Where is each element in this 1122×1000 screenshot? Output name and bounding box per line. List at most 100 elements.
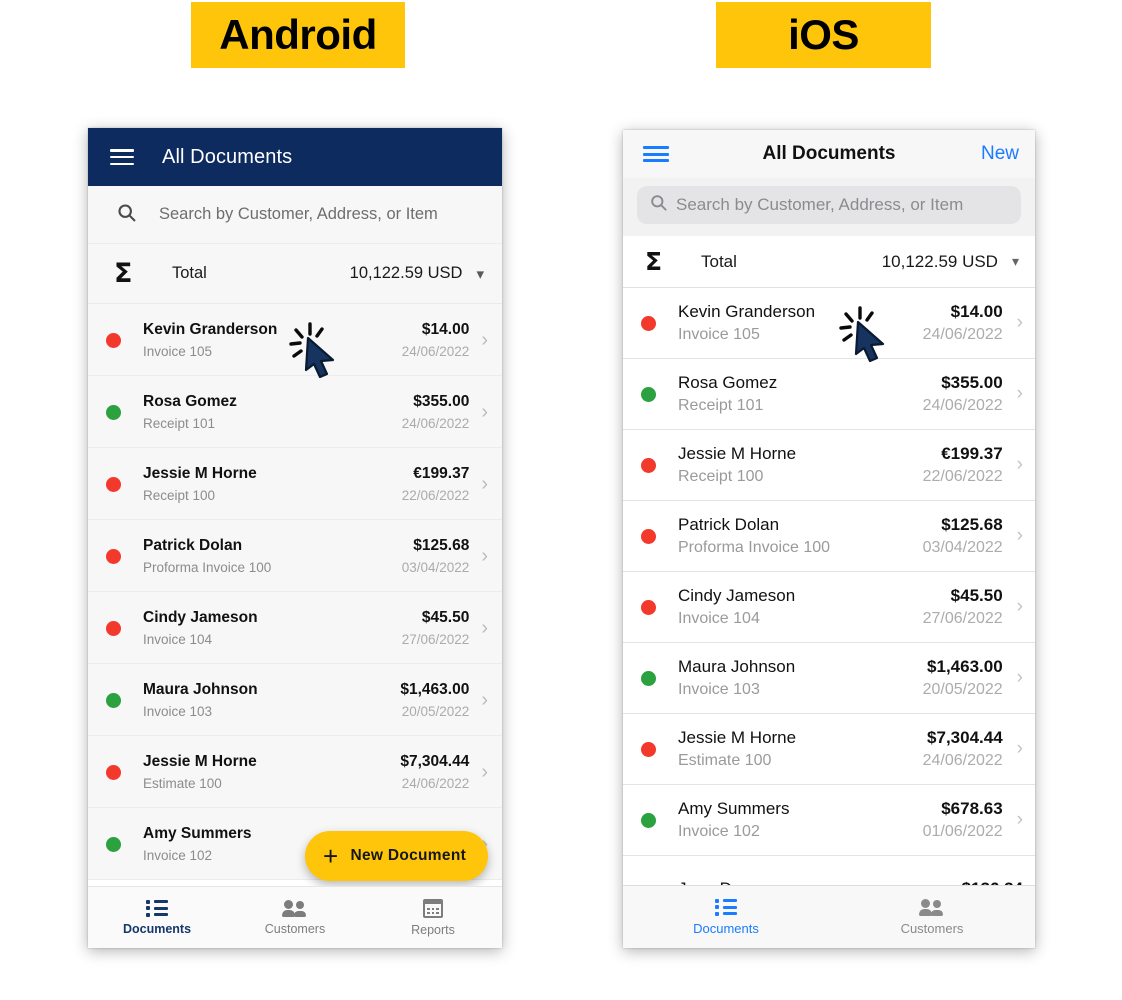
chevron-right-icon[interactable]: › bbox=[1017, 525, 1023, 547]
row-text-group: Kevin Granderson Invoice 105 bbox=[143, 321, 277, 359]
table-row[interactable]: Rosa Gomez Receipt 101 $355.00 24/06/2022 › bbox=[623, 359, 1035, 430]
android-search-input[interactable]: Search by Customer, Address, or Item bbox=[88, 186, 502, 244]
amount: $14.00 bbox=[421, 321, 470, 338]
android-phone-screen: All Documents Search by Customer, Addres… bbox=[88, 128, 502, 948]
chevron-right-icon[interactable]: › bbox=[481, 761, 488, 784]
customer-name: Jessie M Horne bbox=[143, 753, 257, 770]
status-badge bbox=[106, 764, 121, 780]
customer-name: Amy Summers bbox=[143, 825, 252, 842]
amount: $14.00 bbox=[950, 302, 1003, 321]
row-amount-group: $355.00 24/06/2022 bbox=[402, 393, 470, 431]
row-text-group: Jessie M Horne Estimate 100 bbox=[678, 728, 796, 770]
tab-documents[interactable]: Documents bbox=[623, 898, 829, 936]
table-row[interactable]: Cindy Jameson Invoice 104 $45.50 27/06/2022… bbox=[88, 592, 502, 664]
document-label: Invoice 103 bbox=[678, 681, 760, 698]
chevron-right-icon[interactable]: › bbox=[481, 401, 488, 424]
ios-search-input[interactable]: Search by Customer, Address, or Item bbox=[637, 186, 1021, 224]
status-badge bbox=[106, 332, 121, 348]
date: 24/06/2022 bbox=[922, 397, 1003, 414]
android-app-bar: All Documents bbox=[88, 128, 502, 186]
table-row[interactable]: Rosa Gomez Receipt 101 $355.00 24/06/2022 › bbox=[88, 376, 502, 448]
chevron-right-icon[interactable]: › bbox=[481, 473, 488, 496]
sigma-icon: Σ bbox=[114, 258, 133, 289]
status-badge bbox=[106, 692, 121, 708]
row-amount-group: $45.50 27/06/2022 bbox=[923, 586, 1003, 628]
chevron-right-icon[interactable]: › bbox=[481, 617, 488, 640]
amount: $355.00 bbox=[941, 373, 1003, 392]
tab-documents[interactable]: Documents bbox=[88, 899, 226, 936]
chevron-right-icon[interactable]: › bbox=[1017, 454, 1023, 476]
tab-label: Reports bbox=[411, 922, 455, 937]
table-row[interactable]: Jessie M Horne Estimate 100 $7,304.44 24/06… bbox=[88, 736, 502, 808]
platform-badge-ios: iOS bbox=[716, 2, 931, 68]
row-text-group: Amy Summers Invoice 102 bbox=[678, 799, 789, 841]
table-row[interactable]: Amy Summers Invoice 102 $678.63 01/06/2022 › bbox=[623, 785, 1035, 856]
chevron-right-icon[interactable]: › bbox=[1017, 312, 1023, 334]
date: 01/06/2022 bbox=[922, 823, 1003, 840]
new-document-fab[interactable]: + New Document bbox=[305, 831, 489, 881]
ios-phone-screen: All Documents New Search by Customer, Ad… bbox=[623, 130, 1035, 948]
chevron-right-icon[interactable]: › bbox=[1017, 738, 1023, 760]
tab-label: Customers bbox=[900, 920, 964, 936]
chevron-right-icon[interactable]: › bbox=[1017, 383, 1023, 405]
date: 24/06/2022 bbox=[401, 416, 470, 431]
amount: $125.68 bbox=[413, 537, 470, 554]
table-row[interactable]: Jessie M Horne Estimate 100 $7,304.44 24/06… bbox=[623, 714, 1035, 785]
chevron-right-icon[interactable]: › bbox=[481, 689, 488, 712]
row-text-group: Cindy Jameson Invoice 104 bbox=[678, 586, 795, 628]
row-text-group: Amy Summers Invoice 102 bbox=[143, 825, 252, 863]
date: 27/06/2022 bbox=[922, 610, 1003, 627]
customer-name: Jessie M Horne bbox=[678, 728, 797, 747]
ios-total-row[interactable]: Σ Total 10,122.59 USD ▾ bbox=[623, 236, 1035, 288]
row-text-group: Maura Johnson Invoice 103 bbox=[143, 681, 258, 719]
status-badge bbox=[106, 404, 121, 420]
tab-reports[interactable]: Reports bbox=[364, 898, 502, 937]
chevron-right-icon[interactable]: › bbox=[1017, 596, 1023, 618]
row-text-group: Kevin Granderson Invoice 105 bbox=[678, 302, 815, 344]
table-row[interactable]: Jessie M Horne Receipt 100 €199.37 22/06/20… bbox=[623, 430, 1035, 501]
customer-name: Cindy Jameson bbox=[678, 586, 796, 605]
total-label: Total bbox=[701, 251, 737, 271]
chevron-right-icon[interactable]: › bbox=[1017, 809, 1023, 831]
row-text-group: Cindy Jameson Invoice 104 bbox=[143, 609, 258, 647]
document-label: Invoice 102 bbox=[143, 848, 213, 863]
table-row[interactable]: Maura Johnson Invoice 103 $1,463.00 20/05/2… bbox=[88, 664, 502, 736]
row-amount-group: $125.68 03/04/2022 bbox=[923, 515, 1003, 557]
table-row[interactable]: Jessie M Horne Receipt 100 €199.37 22/06/20… bbox=[88, 448, 502, 520]
chevron-down-icon[interactable]: ▾ bbox=[1012, 253, 1019, 270]
chevron-down-icon[interactable]: ▾ bbox=[476, 265, 484, 283]
ios-nav-bar: All Documents New bbox=[623, 130, 1035, 178]
amount: $45.50 bbox=[950, 586, 1003, 605]
amount: $45.50 bbox=[421, 609, 470, 626]
document-label: Invoice 104 bbox=[143, 632, 213, 647]
table-row[interactable]: Maura Johnson Invoice 103 $1,463.00 20/05/2… bbox=[623, 643, 1035, 714]
list-icon bbox=[146, 899, 168, 917]
sigma-icon: Σ bbox=[645, 247, 663, 276]
calendar-icon bbox=[423, 898, 443, 919]
table-row[interactable]: Kevin Granderson Invoice 105 $14.00 24/06/2… bbox=[623, 288, 1035, 359]
date: 03/04/2022 bbox=[922, 539, 1003, 556]
document-label: Receipt 101 bbox=[678, 397, 764, 414]
row-amount-group: $14.00 24/06/2022 bbox=[402, 321, 470, 359]
date: 24/06/2022 bbox=[401, 344, 470, 359]
customer-name: Patrick Dolan bbox=[678, 515, 780, 534]
customer-name: Kevin Granderson bbox=[678, 302, 816, 321]
table-row[interactable]: Patrick Dolan Proforma Invoice 100 $125.68… bbox=[623, 501, 1035, 572]
customer-name: Kevin Granderson bbox=[143, 321, 278, 338]
table-row[interactable]: Patrick Dolan Proforma Invoice 100 $125.68… bbox=[88, 520, 502, 592]
customer-name: Jessie M Horne bbox=[678, 444, 797, 463]
document-label: Receipt 101 bbox=[143, 416, 216, 431]
hamburger-menu-icon[interactable] bbox=[110, 149, 134, 165]
android-total-row[interactable]: Σ Total 10,122.59 USD ▾ bbox=[88, 244, 502, 304]
chevron-right-icon[interactable]: › bbox=[481, 545, 488, 568]
document-label: Receipt 100 bbox=[678, 468, 764, 485]
tab-customers[interactable]: Customers bbox=[829, 898, 1035, 936]
document-label: Estimate 100 bbox=[678, 752, 772, 769]
new-document-button[interactable]: New bbox=[981, 143, 1019, 165]
date: 03/04/2022 bbox=[401, 560, 470, 575]
table-row[interactable]: Cindy Jameson Invoice 104 $45.50 27/06/2022… bbox=[623, 572, 1035, 643]
table-row[interactable]: Kevin Granderson Invoice 105 $14.00 24/06/2… bbox=[88, 304, 502, 376]
chevron-right-icon[interactable]: › bbox=[481, 329, 488, 352]
tab-customers[interactable]: Customers bbox=[226, 899, 364, 936]
chevron-right-icon[interactable]: › bbox=[1017, 667, 1023, 689]
